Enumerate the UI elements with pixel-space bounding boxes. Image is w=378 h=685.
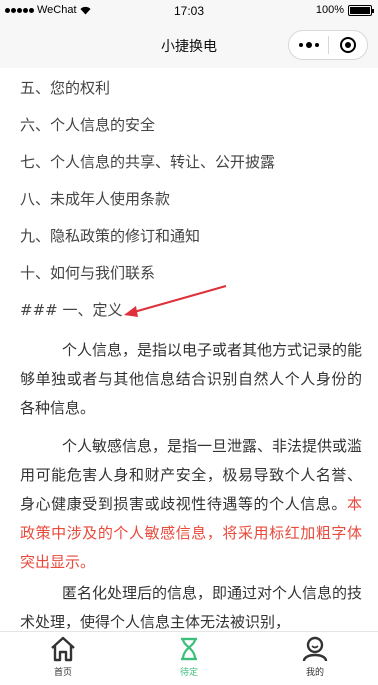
user-icon	[302, 636, 328, 662]
toc-item-rights: 五、您的权利	[20, 79, 111, 97]
tab-home-label: 首页	[53, 668, 72, 678]
tab-profile-label: 我的	[305, 668, 324, 678]
hourglass-icon	[181, 637, 197, 661]
policy-content[interactable]: 五、您的权利 六、个人信息的安全 七、个人信息的共享、转让、公开披露 八、未成年…	[0, 68, 378, 631]
home-icon	[51, 636, 75, 662]
paragraph-personal-info-text: 个人信息，是指以电子或者其他方式记录的能够单独或者与其他信息结合识别自然人个人身…	[20, 341, 363, 417]
tab-bar: 首页 待定 我的	[0, 631, 378, 685]
paragraph-anonymized-info: 匿名化处理后的信息，即通过对个人信息的技术处理，使得个人信息主体无法被识别，	[20, 579, 362, 631]
battery-fill	[350, 6, 370, 14]
tab-profile[interactable]: 我的	[252, 632, 378, 685]
toc-item-security: 六、个人信息的安全	[20, 116, 156, 134]
mini-program-capsule	[288, 30, 368, 60]
paragraph-anonymized-info-text: 匿名化处理后的信息，即通过对个人信息的技术处理，使得个人信息主体无法被识别，	[20, 584, 363, 631]
close-button[interactable]	[329, 37, 367, 53]
toc-item-sharing: 七、个人信息的共享、转让、公开披露	[20, 153, 276, 171]
battery-icon	[348, 4, 374, 16]
paragraph-personal-info: 个人信息，是指以电子或者其他方式记录的能够单独或者与其他信息结合识别自然人个人身…	[20, 336, 362, 423]
battery-percent: 100%	[315, 4, 344, 16]
more-options-button[interactable]	[289, 41, 328, 48]
toc-item-contact: 十、如何与我们联系	[20, 264, 156, 282]
nav-bar: 小捷换电	[0, 21, 378, 68]
section-heading-definitions: ### 一、定义	[20, 301, 123, 319]
battery-status: 100%	[315, 4, 374, 16]
tab-pending-label: 待定	[179, 668, 198, 678]
tab-pending[interactable]: 待定	[126, 632, 252, 685]
toc-item-revision: 九、隐私政策的修订和通知	[20, 227, 201, 245]
status-bar: WeChat 17:03 100%	[0, 0, 378, 21]
toc-item-minors: 八、未成年人使用条款	[20, 190, 171, 208]
tab-home[interactable]: 首页	[0, 632, 126, 685]
close-target-icon	[339, 37, 356, 53]
paragraph-sensitive-info: 个人敏感信息，是指一旦泄露、非法提供或滥用可能危害人身和财产安全，极易导致个人名…	[20, 432, 362, 577]
paragraph-sensitive-info-text: 个人敏感信息，是指一旦泄露、非法提供或滥用可能危害人身和财产安全，极易导致个人名…	[20, 437, 363, 513]
